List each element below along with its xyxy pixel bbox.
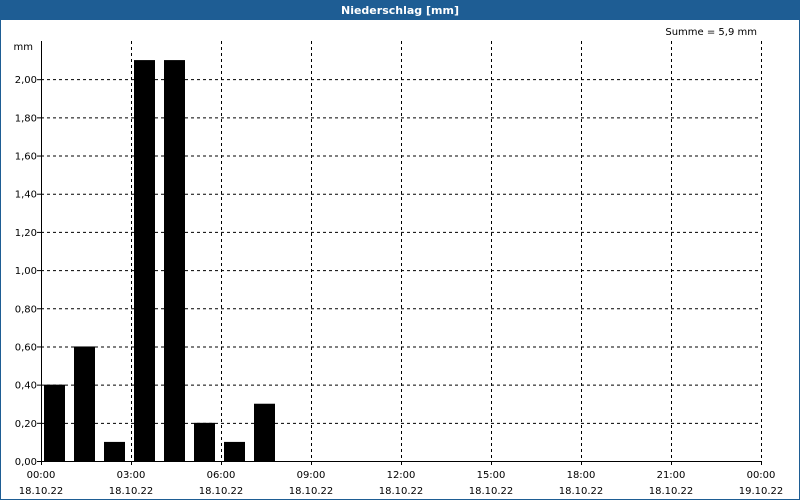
x-tick-date-label: 18.10.22 [19, 486, 64, 497]
x-tick-time-label: 21:00 [657, 470, 686, 481]
x-tick-time-label: 00:00 [747, 470, 776, 481]
bars-group [44, 60, 275, 461]
y-tick-label: 1,20 [15, 228, 37, 239]
y-tick-label: 1,60 [15, 152, 37, 163]
y-tick-label: 1,80 [15, 113, 37, 124]
chart-window: Niederschlag [mm] 0,00 0,20 0,40 0,60 0,80 1,… [0, 0, 800, 500]
x-tick-date-label: 18.10.22 [109, 486, 154, 497]
precip-bar [254, 403, 275, 461]
y-tick-label: 0,40 [15, 381, 37, 392]
x-tick-time-label: 15:00 [477, 470, 506, 481]
x-tick-time-label: 03:00 [117, 470, 146, 481]
x-tick-date-label: 18.10.22 [289, 486, 334, 497]
y-tick-label: 0,00 [15, 457, 37, 468]
x-tick-date-label: 18.10.22 [199, 486, 244, 497]
precip-bar [164, 60, 185, 461]
labels-group: 0,00 0,20 0,40 0,60 0,80 1,00 1,20 1,40 1,60 1,80… [14, 27, 784, 497]
y-tick-label: 1,00 [15, 266, 37, 277]
x-tick-time-label: 18:00 [567, 470, 596, 481]
precip-bar [134, 60, 155, 461]
precipitation-chart: 0,00 0,20 0,40 0,60 0,80 1,00 1,20 1,40 1,60 1,80… [14, 27, 784, 497]
x-tick-time-label: 06:00 [207, 470, 236, 481]
y-tick-label: 0,20 [15, 419, 37, 430]
y-tick-label: 1,40 [15, 190, 37, 201]
precip-bar [194, 422, 215, 461]
y-tick-label: 2,00 [15, 75, 37, 86]
x-tick-date-label: 18.10.22 [559, 486, 604, 497]
sum-annotation: Summe = 5,9 mm [665, 27, 757, 38]
x-tick-time-label: 12:00 [387, 470, 416, 481]
x-tick-date-label: 18.10.22 [649, 486, 694, 497]
y-axis-unit-label: mm [14, 42, 33, 53]
x-tick-date-label: 18.10.22 [379, 486, 424, 497]
precip-bar [224, 441, 245, 461]
precip-bar [104, 441, 125, 461]
x-tick-date-label: 18.10.22 [469, 486, 514, 497]
precip-bar [74, 346, 95, 461]
precip-bar [44, 384, 65, 461]
x-tick-date-label: 19.10.22 [739, 486, 784, 497]
y-tick-label: 0,80 [15, 304, 37, 315]
x-tick-time-label: 09:00 [297, 470, 326, 481]
y-tick-label: 0,60 [15, 342, 37, 353]
x-tick-time-label: 00:00 [27, 470, 56, 481]
